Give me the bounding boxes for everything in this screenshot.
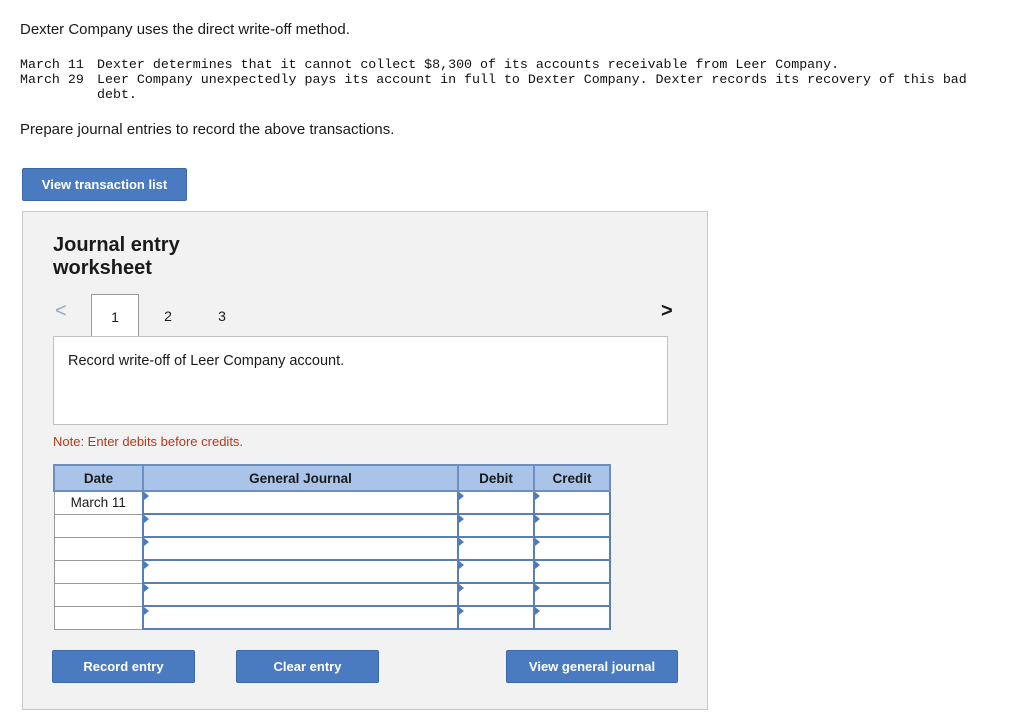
tab-2[interactable]: 2 (143, 294, 193, 337)
debit-input[interactable] (457, 605, 535, 630)
view-transaction-list-button[interactable]: View transaction list (22, 168, 187, 201)
account-select[interactable] (142, 605, 459, 630)
view-general-journal-button[interactable]: View general journal (506, 650, 678, 683)
chevron-right-icon[interactable]: > (661, 300, 673, 323)
chevron-left-icon[interactable]: < (55, 300, 67, 323)
date-cell[interactable]: March 11 (53, 490, 144, 515)
transaction-text: Dexter determines that it cannot collect… (97, 57, 840, 72)
record-entry-button[interactable]: Record entry (52, 650, 195, 683)
transaction-text: Leer Company unexpectedly pays its accou… (97, 72, 967, 102)
table-row (53, 536, 611, 561)
transaction-date: March 11 (20, 57, 84, 72)
credit-input[interactable] (533, 513, 611, 538)
intro-text: Dexter Company uses the direct write-off… (20, 21, 350, 38)
date-cell[interactable] (53, 605, 144, 630)
transaction-list: March 11 Dexter determines that it canno… (20, 57, 1000, 102)
credit-column-header: Credit (533, 464, 611, 492)
debit-input[interactable] (457, 490, 535, 515)
clear-entry-button[interactable]: Clear entry (236, 650, 379, 683)
date-cell[interactable] (53, 513, 144, 538)
entry-description-box: Record write-off of Leer Company account… (53, 336, 668, 425)
credit-input[interactable] (533, 536, 611, 561)
account-select[interactable] (142, 582, 459, 607)
table-row (53, 559, 611, 584)
credit-input[interactable] (533, 490, 611, 515)
debit-column-header: Debit (457, 464, 535, 492)
table-row (53, 605, 611, 630)
transaction-row: March 29 Leer Company unexpectedly pays … (20, 72, 1000, 102)
transaction-row: March 11 Dexter determines that it canno… (20, 57, 1000, 72)
general-journal-column-header: General Journal (142, 464, 459, 492)
date-column-header: Date (53, 464, 144, 492)
account-select[interactable] (142, 536, 459, 561)
table-row (53, 582, 611, 607)
credit-input[interactable] (533, 582, 611, 607)
note-text: Note: Enter debits before credits. (53, 434, 244, 449)
account-select[interactable] (142, 513, 459, 538)
debit-input[interactable] (457, 559, 535, 584)
credit-input[interactable] (533, 559, 611, 584)
debit-input[interactable] (457, 513, 535, 538)
instructions: Prepare journal entries to record the ab… (20, 121, 395, 138)
account-select[interactable] (142, 559, 459, 584)
tab-3[interactable]: 3 (197, 294, 247, 337)
date-cell[interactable] (53, 536, 144, 561)
debit-input[interactable] (457, 582, 535, 607)
credit-input[interactable] (533, 605, 611, 630)
tab-1[interactable]: 1 (91, 294, 139, 338)
table-row (53, 513, 611, 538)
table-header-row: Date General Journal Debit Credit (53, 464, 611, 492)
entry-description: Record write-off of Leer Company account… (68, 353, 345, 369)
date-cell[interactable] (53, 582, 144, 607)
worksheet-title: Journal entry worksheet (53, 234, 180, 279)
table-row: March 11 (53, 490, 611, 515)
transaction-date: March 29 (20, 72, 84, 87)
journal-entry-worksheet: Journal entry worksheet < 1 2 3 > Record… (22, 211, 708, 710)
debit-input[interactable] (457, 536, 535, 561)
account-select[interactable] (142, 490, 459, 515)
date-cell[interactable] (53, 559, 144, 584)
journal-table: Date General Journal Debit Credit March … (53, 464, 611, 630)
